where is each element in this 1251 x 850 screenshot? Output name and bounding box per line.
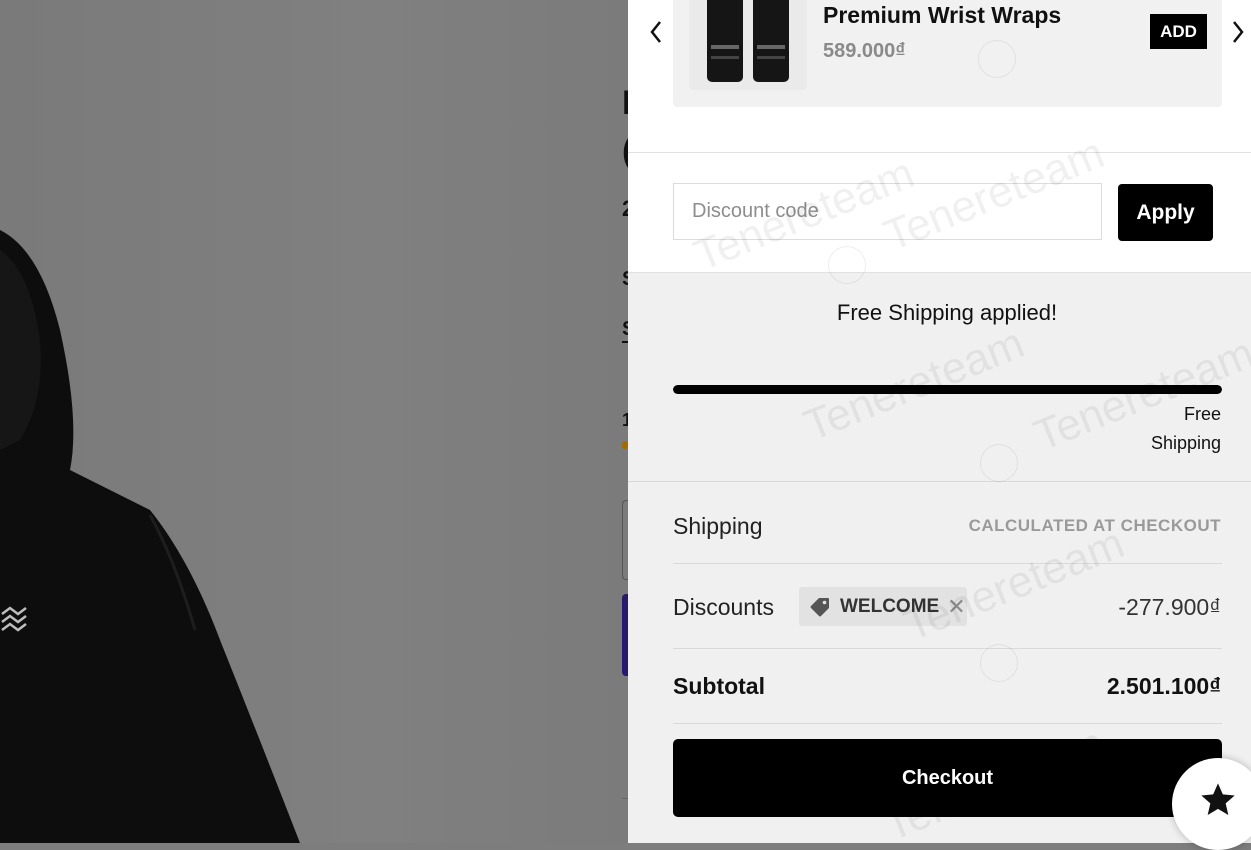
applied-discount-tag: WELCOME ✕ (799, 587, 967, 626)
section-divider (628, 481, 1251, 482)
discount-code-label: WELCOME (840, 595, 940, 617)
free-shipping-message: Free Shipping applied! (836, 300, 1058, 325)
watermark: Tenereteam (897, 518, 1131, 651)
subtotal-value: 2.501.100₫ (1106, 673, 1221, 699)
row-divider (673, 563, 1222, 564)
goal-label-line2: Shipping (1150, 433, 1221, 453)
watermark-seal (980, 444, 1018, 482)
discount-code-input[interactable] (673, 183, 1102, 240)
upsell-product-image (689, 0, 807, 90)
chevron-left-icon[interactable] (646, 18, 666, 46)
star-icon (1201, 783, 1235, 815)
upsell-section: Premium Wrist Wraps 589.000₫ ADD (628, 0, 1251, 153)
progress-goal-label: Free Shipping (1141, 400, 1221, 458)
row-divider (673, 723, 1222, 724)
shipping-progress-bar (673, 385, 1222, 394)
watermark-seal (980, 644, 1018, 682)
add-upsell-button[interactable]: ADD (1150, 14, 1207, 49)
close-icon[interactable]: ✕ (947, 595, 965, 618)
row-divider (673, 648, 1222, 649)
discounts-label: Discounts (673, 594, 774, 620)
hoodie-image (0, 230, 300, 843)
goal-label-line1: Free (1183, 404, 1221, 424)
apply-discount-button[interactable]: Apply (1118, 184, 1213, 241)
upsell-product-title[interactable]: Premium Wrist Wraps (823, 2, 1061, 29)
tag-icon (810, 597, 829, 616)
discount-amount: -277.900₫ (1118, 594, 1221, 620)
checkout-button[interactable]: Checkout (673, 739, 1222, 817)
product-photo (0, 0, 628, 843)
discount-section: Apply (628, 153, 1251, 273)
shipping-label: Shipping (673, 513, 763, 539)
chevron-right-icon[interactable] (1228, 18, 1248, 46)
upsell-product-card: Premium Wrist Wraps 589.000₫ ADD (673, 0, 1222, 107)
subtotal-label: Subtotal (673, 673, 765, 699)
cart-drawer: Premium Wrist Wraps 589.000₫ ADD Apply F… (628, 0, 1251, 843)
shipping-progress-fill (673, 385, 1222, 394)
brand-logo-icon (1, 606, 27, 632)
shipping-value: CALCULATED AT CHECKOUT (968, 516, 1221, 535)
upsell-product-price: 589.000₫ (823, 40, 906, 62)
